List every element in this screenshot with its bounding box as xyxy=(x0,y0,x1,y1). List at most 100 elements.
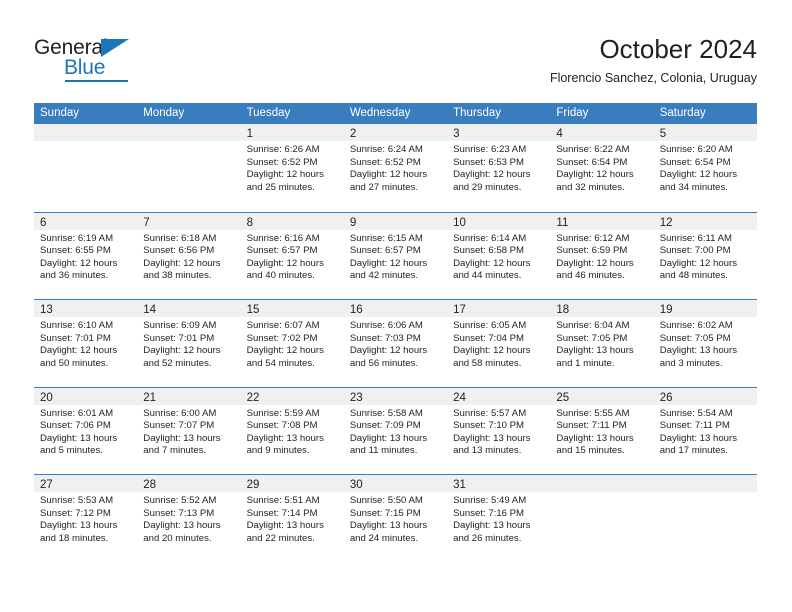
day-number: 18 xyxy=(556,304,570,316)
day-number: 28 xyxy=(143,479,157,491)
day-cell-details: Sunrise: 6:14 AM Sunset: 6:58 PM Daylight:… xyxy=(447,230,550,283)
sunset-text: Sunset: 6:57 PM xyxy=(246,245,318,257)
day-cell-10[interactable]: 10 Sunrise: 6:14 AM Sunset: 6:58 PM Dayligh… xyxy=(447,212,551,300)
daylight-text-line2: and 36 minutes. xyxy=(40,270,109,282)
sunset-text: Sunset: 6:52 PM xyxy=(349,156,421,168)
day-cell-18[interactable]: 18 Sunrise: 6:04 AM Sunset: 7:05 PM Dayligh… xyxy=(550,300,654,387)
day-cell-details: Sunrise: 6:00 AM Sunset: 7:07 PM Daylight:… xyxy=(137,405,240,458)
calendar-week-row: 27 Sunrise: 5:53 AM Sunset: 7:12 PM Dayligh… xyxy=(34,474,757,562)
calendar-weeks: 1 Sunrise: 6:26 AM Sunset: 6:52 PM Daylight… xyxy=(34,124,757,562)
day-number-band: 8 xyxy=(240,212,344,230)
sunset-text: Sunset: 7:06 PM xyxy=(40,420,111,432)
sunset-text: Sunset: 7:01 PM xyxy=(40,332,111,344)
page-subtitle: Florencio Sanchez, Colonia, Uruguay xyxy=(549,71,757,85)
sunrise-text: Sunrise: 6:05 AM xyxy=(453,320,527,331)
day-cell-21[interactable]: 21 Sunrise: 6:00 AM Sunset: 7:07 PM Dayligh… xyxy=(137,387,241,475)
day-cell-29[interactable]: 29 Sunrise: 5:51 AM Sunset: 7:14 PM Dayligh… xyxy=(240,475,344,562)
day-number: 17 xyxy=(453,304,466,316)
day-cell-9[interactable]: 9 Sunrise: 6:15 AM Sunset: 6:57 PM Daylight… xyxy=(343,212,448,300)
day-number: 27 xyxy=(40,479,53,491)
daylight-text-line1: Daylight: 12 hours xyxy=(349,345,428,357)
daylight-text-line1: Daylight: 13 hours xyxy=(659,345,738,357)
daylight-text-line2: and 34 minutes. xyxy=(659,181,728,193)
day-cell-3[interactable]: 3 Sunrise: 6:23 AM Sunset: 6:53 PM Daylight… xyxy=(447,124,551,212)
day-cell-22[interactable]: 22 Sunrise: 5:59 AM Sunset: 7:08 PM Dayligh… xyxy=(240,387,344,475)
day-cell-28[interactable]: 28 Sunrise: 5:52 AM Sunset: 7:13 PM Dayligh… xyxy=(137,475,241,562)
day-cell-17[interactable]: 17 Sunrise: 6:05 AM Sunset: 7:04 PM Dayligh… xyxy=(447,300,551,387)
day-cell-1[interactable]: 1 Sunrise: 6:26 AM Sunset: 6:52 PM Daylight… xyxy=(240,124,344,212)
day-cell-11[interactable]: 11 Sunrise: 6:12 AM Sunset: 6:59 PM Dayligh… xyxy=(550,212,654,300)
daylight-text-line2: and 32 minutes. xyxy=(556,181,625,193)
daylight-text-line1: Daylight: 12 hours xyxy=(246,345,324,357)
day-number-band: 26 xyxy=(653,387,757,405)
sunrise-text: Sunrise: 5:53 AM xyxy=(40,495,114,506)
sunset-text: Sunset: 6:53 PM xyxy=(453,156,525,168)
daylight-text-line1: Daylight: 13 hours xyxy=(143,520,221,532)
day-cell-details: Sunrise: 6:22 AM Sunset: 6:54 PM Daylight:… xyxy=(550,141,653,194)
day-number-band: 22 xyxy=(240,387,344,405)
day-number-band: 25 xyxy=(550,387,654,405)
day-cell-8[interactable]: 8 Sunrise: 6:16 AM Sunset: 6:57 PM Daylight… xyxy=(240,212,344,300)
day-cell-24[interactable]: 24 Sunrise: 5:57 AM Sunset: 7:10 PM Dayligh… xyxy=(447,387,551,475)
sunrise-text: Sunrise: 6:02 AM xyxy=(659,320,733,331)
day-cell-30[interactable]: 30 Sunrise: 5:50 AM Sunset: 7:15 PM Dayligh… xyxy=(343,475,448,562)
page-header: General Blue October 2024 Florencio Sanc… xyxy=(0,0,792,100)
day-number-band: 1 xyxy=(240,124,344,141)
day-cell-6[interactable]: 6 Sunrise: 6:19 AM Sunset: 6:55 PM Daylight… xyxy=(34,212,138,300)
day-number: 12 xyxy=(659,216,673,229)
day-cell-27[interactable]: 27 Sunrise: 5:53 AM Sunset: 7:12 PM Dayligh… xyxy=(34,475,138,562)
day-cell-details: Sunrise: 5:59 AM Sunset: 7:08 PM Daylight:… xyxy=(241,405,344,458)
sunset-text: Sunset: 7:05 PM xyxy=(556,332,628,344)
daylight-text-line1: Daylight: 12 hours xyxy=(453,257,531,269)
daylight-text-line2: and 54 minutes. xyxy=(246,357,315,369)
day-cell-5[interactable]: 5 Sunrise: 6:20 AM Sunset: 6:54 PM Daylight… xyxy=(653,124,757,212)
day-cell-4[interactable]: 4 Sunrise: 6:22 AM Sunset: 6:54 PM Daylight… xyxy=(550,124,654,212)
calendar-week-row: 13 Sunrise: 6:10 AM Sunset: 7:01 PM Dayligh… xyxy=(34,299,757,387)
day-cell-19[interactable]: 19 Sunrise: 6:02 AM Sunset: 7:05 PM Dayligh… xyxy=(653,300,757,387)
sunrise-text: Sunrise: 6:24 AM xyxy=(349,144,423,155)
day-number: 1 xyxy=(246,128,253,140)
weekday-header-friday: Friday xyxy=(556,107,589,119)
sunset-text: Sunset: 7:13 PM xyxy=(143,507,215,519)
daylight-text-line2: and 42 minutes. xyxy=(349,270,419,282)
day-number-band: 13 xyxy=(34,300,138,317)
daylight-text-line2: and 15 minutes. xyxy=(556,445,625,457)
day-cell-13[interactable]: 13 Sunrise: 6:10 AM Sunset: 7:01 PM Dayligh… xyxy=(34,300,138,387)
calendar-page: General Blue October 2024 Florencio Sanc… xyxy=(0,0,792,612)
day-number: 14 xyxy=(143,304,157,316)
daylight-text-line1: Daylight: 13 hours xyxy=(246,432,324,444)
daylight-text-line1: Daylight: 12 hours xyxy=(40,257,118,269)
sunrise-text: Sunrise: 5:50 AM xyxy=(349,495,423,506)
day-number: 20 xyxy=(40,391,53,404)
page-title: October 2024 xyxy=(599,34,757,64)
day-cell-2[interactable]: 2 Sunrise: 6:24 AM Sunset: 6:52 PM Daylight… xyxy=(343,124,448,212)
day-number-band: 24 xyxy=(447,387,551,405)
weekday-header-row: Sunday Monday Tuesday Wednesday Thursday Frid… xyxy=(34,103,757,124)
day-number: 5 xyxy=(659,128,667,140)
daylight-text-line2: and 13 minutes. xyxy=(453,445,522,457)
day-cell-23[interactable]: 23 Sunrise: 5:58 AM Sunset: 7:09 PM Dayligh… xyxy=(343,387,448,475)
day-cell-31[interactable]: 31 Sunrise: 5:49 AM Sunset: 7:16 PM Dayligh… xyxy=(447,475,551,562)
day-cell-16[interactable]: 16 Sunrise: 6:06 AM Sunset: 7:03 PM Dayligh… xyxy=(343,300,448,387)
day-cell-25[interactable]: 25 Sunrise: 5:55 AM Sunset: 7:11 PM Dayligh… xyxy=(550,387,654,475)
day-cell-20[interactable]: 20 Sunrise: 6:01 AM Sunset: 7:06 PM Dayligh… xyxy=(34,387,138,475)
day-cell-15[interactable]: 15 Sunrise: 6:07 AM Sunset: 7:02 PM Dayligh… xyxy=(240,300,344,387)
day-cell-12[interactable]: 12 Sunrise: 6:11 AM Sunset: 7:00 PM Dayligh… xyxy=(653,212,757,300)
day-cell-details: Sunrise: 6:16 AM Sunset: 6:57 PM Daylight:… xyxy=(241,230,344,283)
daylight-text-line2: and 48 minutes. xyxy=(659,270,728,282)
sunset-text: Sunset: 6:54 PM xyxy=(556,156,628,168)
day-number: 26 xyxy=(659,391,673,404)
sunrise-text: Sunrise: 6:22 AM xyxy=(556,144,630,155)
daylight-text-line2: and 7 minutes. xyxy=(143,445,207,457)
day-cell-details: Sunrise: 6:09 AM Sunset: 7:01 PM Daylight:… xyxy=(137,317,240,370)
day-cell-empty xyxy=(653,475,757,562)
daylight-text-line2: and 38 minutes. xyxy=(143,270,212,282)
sunrise-text: Sunrise: 5:59 AM xyxy=(246,407,320,419)
day-cell-details: Sunrise: 5:57 AM Sunset: 7:10 PM Daylight:… xyxy=(447,405,550,458)
day-cell-14[interactable]: 14 Sunrise: 6:09 AM Sunset: 7:01 PM Dayligh… xyxy=(137,300,241,387)
day-cell-7[interactable]: 7 Sunrise: 6:18 AM Sunset: 6:56 PM Daylight… xyxy=(137,212,241,300)
day-cell-26[interactable]: 26 Sunrise: 5:54 AM Sunset: 7:11 PM Dayligh… xyxy=(653,387,757,475)
day-cell-details: Sunrise: 6:24 AM Sunset: 6:52 PM Daylight:… xyxy=(344,141,447,194)
calendar-grid: Sunday Monday Tuesday Wednesday Thursday Frid… xyxy=(34,103,757,562)
day-cell-details: Sunrise: 5:51 AM Sunset: 7:14 PM Daylight:… xyxy=(241,492,344,545)
